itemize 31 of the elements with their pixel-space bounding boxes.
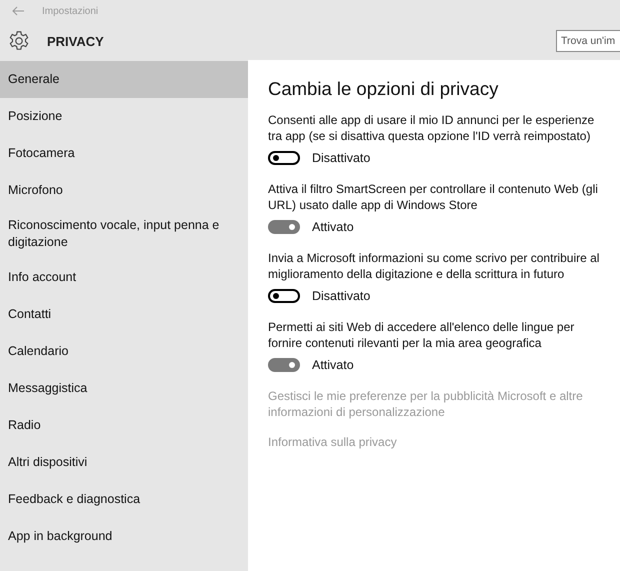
section-heading: Cambia le opzioni di privacy (268, 78, 500, 100)
toggle-label: Disattivato (312, 289, 370, 303)
sidebar-item[interactable]: Feedback e diagnostica (0, 481, 248, 518)
sidebar-item[interactable]: App in background (0, 518, 248, 555)
sidebar-item[interactable]: Microfono (0, 172, 248, 209)
sidebar-item[interactable]: Posizione (0, 98, 248, 135)
toggle-label: Attivato (312, 358, 354, 372)
toggle-switch[interactable] (268, 289, 300, 303)
setting-description: Consenti alle app di usare il mio ID annunci per le esperienze tra app (se si disattiva questa opzione l'ID verrà reimpostato) (268, 112, 596, 144)
toggle-label: Disattivato (312, 151, 370, 165)
setting-description: Attiva il filtro SmartScreen per controllare il contenuto Web (gli URL) usato dalle app di Windows Store (268, 181, 599, 213)
toggle-label: Attivato (312, 220, 354, 234)
window-title: Impostazioni (42, 6, 98, 16)
sidebar-item[interactable]: Radio (0, 407, 248, 444)
sidebar-item[interactable]: Info account (0, 259, 248, 296)
back-arrow-icon[interactable] (12, 6, 24, 16)
sidebar-item[interactable]: Altri dispositivi (0, 444, 248, 481)
sidebar-item[interactable]: Fotocamera (0, 135, 248, 172)
settings-icon (8, 30, 30, 52)
search-field[interactable]: Trova un'im (556, 30, 620, 52)
sidebar-item[interactable]: Contatti (0, 296, 248, 333)
sidebar-item[interactable]: Messaggistica (0, 370, 248, 407)
sidebar-item[interactable]: Generale (0, 61, 248, 98)
setting-description: Permetti ai siti Web di accedere all'elenco delle lingue per fornire contenuti rilevanti per la mia area geografica (268, 319, 576, 351)
setting-description: Invia a Microsoft informazioni su come scrivo per contribuire al miglioramento della digitazione e della scrittura in futuro (268, 250, 600, 282)
toggle-switch[interactable] (268, 358, 300, 372)
page-title: PRIVACY (47, 34, 104, 48)
sidebar-item[interactable]: Riconoscimento vocale, input penna e digitazione (0, 209, 248, 259)
toggle-switch[interactable] (268, 151, 300, 165)
toggle-switch[interactable] (268, 220, 300, 234)
sidebar-item[interactable]: Calendario (0, 333, 248, 370)
